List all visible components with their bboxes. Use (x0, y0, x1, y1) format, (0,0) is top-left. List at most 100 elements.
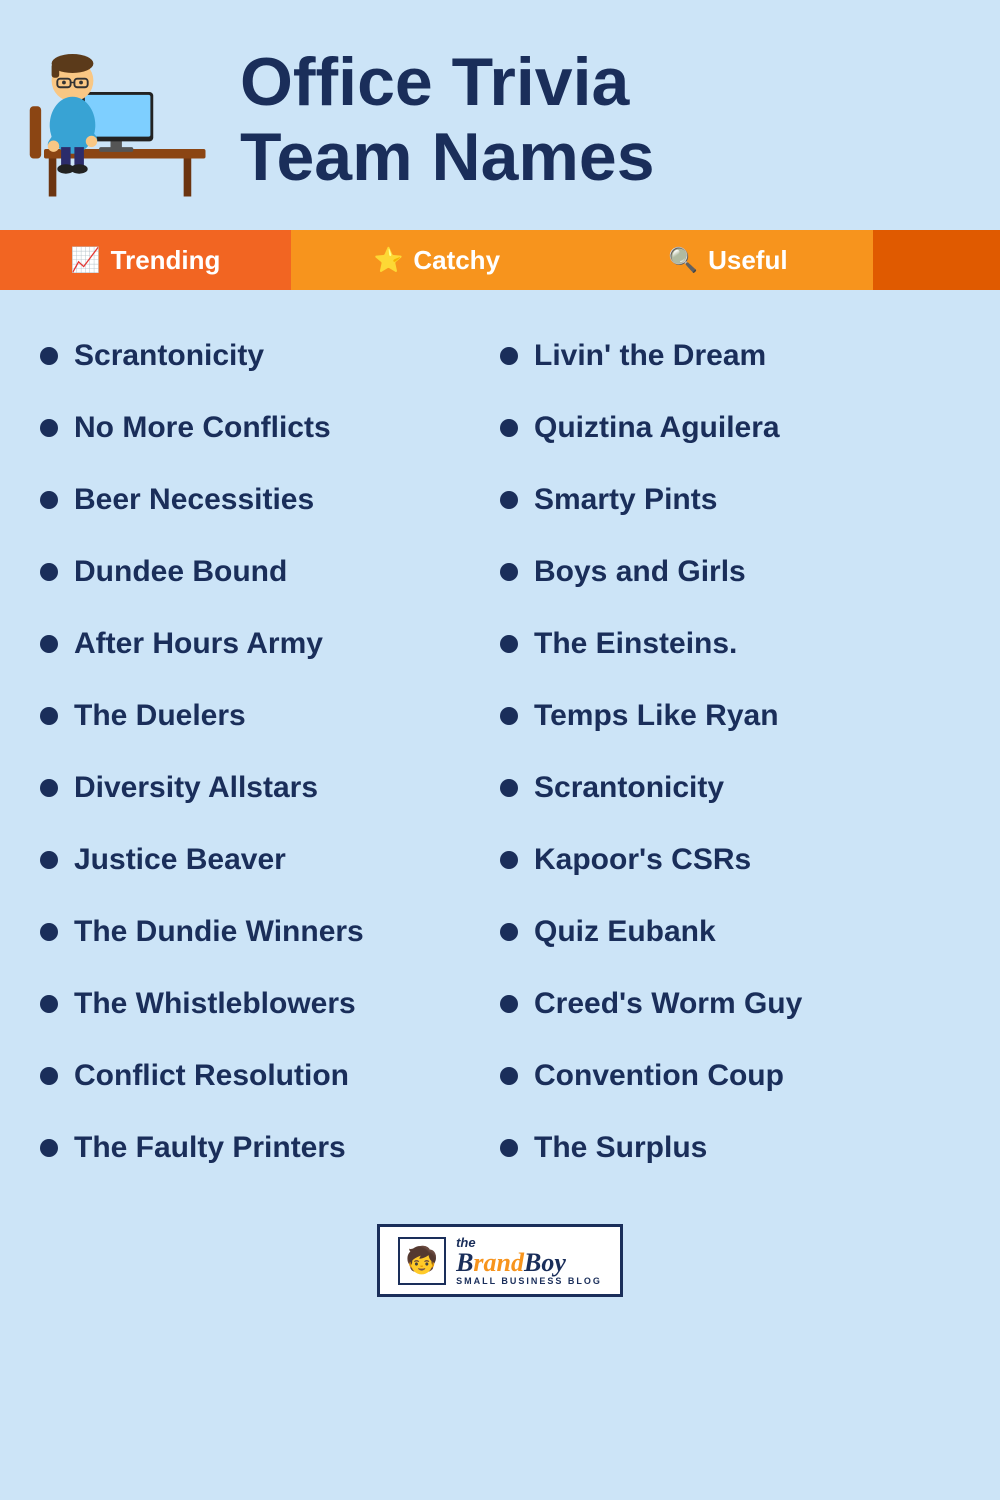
list-item: Conflict Resolution (40, 1040, 500, 1112)
bullet (500, 563, 518, 581)
list-item: No More Conflicts (40, 392, 500, 464)
bullet (40, 1067, 58, 1085)
tab-catchy[interactable]: ⭐ Catchy (291, 230, 582, 290)
list-item: Quiztina Aguilera (500, 392, 960, 464)
list-item: Convention Coup (500, 1040, 960, 1112)
list-item: The Faulty Printers (40, 1112, 500, 1184)
bullet (500, 851, 518, 869)
item-text: After Hours Army (74, 626, 323, 662)
item-text: Livin' the Dream (534, 338, 766, 374)
footer: 🧒 the BrandBoy SMALL BUSINESS BLOG (377, 1224, 623, 1297)
bullet (500, 923, 518, 941)
trending-icon: 📈 (71, 246, 101, 275)
left-column: Scrantonicity No More Conflicts Beer Nec… (40, 320, 500, 1184)
list-item: Livin' the Dream (500, 320, 960, 392)
catchy-icon: ⭐ (373, 246, 403, 275)
list-item: Scrantonicity (40, 320, 500, 392)
title-line2: Team Names (240, 119, 655, 195)
tabs: 📈 Trending ⭐ Catchy 🔍 Useful (0, 230, 1000, 290)
item-text: Beer Necessities (74, 482, 314, 518)
list-item: The Whistleblowers (40, 968, 500, 1040)
list-item: Creed's Worm Guy (500, 968, 960, 1040)
list-item: The Duelers (40, 680, 500, 752)
right-column: Livin' the Dream Quiztina Aguilera Smart… (500, 320, 960, 1184)
bullet (500, 779, 518, 797)
item-text: Scrantonicity (74, 338, 264, 374)
list-item: Temps Like Ryan (500, 680, 960, 752)
item-text: The Surplus (534, 1130, 707, 1166)
item-text: Justice Beaver (74, 842, 286, 878)
item-text: The Einsteins. (534, 626, 737, 662)
bullet (40, 419, 58, 437)
item-text: Convention Coup (534, 1058, 784, 1094)
bullet (40, 707, 58, 725)
useful-label: Useful (708, 245, 787, 276)
tab-useful[interactable]: 🔍 Useful (582, 230, 873, 290)
item-text: The Faulty Printers (74, 1130, 346, 1166)
item-text: Temps Like Ryan (534, 698, 779, 734)
list-item: Dundee Bound (40, 536, 500, 608)
item-text: Scrantonicity (534, 770, 724, 806)
bullet (500, 707, 518, 725)
trending-label: Trending (111, 245, 221, 276)
tab-trending[interactable]: 📈 Trending (0, 230, 291, 290)
list-item: The Dundie Winners (40, 896, 500, 968)
item-text: Creed's Worm Guy (534, 986, 802, 1022)
bullet (40, 1139, 58, 1157)
list-item: Diversity Allstars (40, 752, 500, 824)
item-text: Dundee Bound (74, 554, 287, 590)
title-line1: Office Trivia (240, 44, 629, 120)
header: Office Trivia Team Names (0, 0, 1000, 230)
item-text: Boys and Girls (534, 554, 746, 590)
logo-icon: 🧒 (398, 1237, 446, 1285)
bullet (40, 563, 58, 581)
item-text: The Duelers (74, 698, 246, 734)
illustration (20, 30, 220, 210)
list-item: The Surplus (500, 1112, 960, 1184)
list-item: Kapoor's CSRs (500, 824, 960, 896)
item-text: Kapoor's CSRs (534, 842, 751, 878)
bullet (40, 347, 58, 365)
item-text: The Dundie Winners (74, 914, 364, 950)
catchy-label: Catchy (413, 245, 500, 276)
bullet (500, 1067, 518, 1085)
bullet (500, 419, 518, 437)
bullet (40, 995, 58, 1013)
item-text: Quiz Eubank (534, 914, 716, 950)
logo-brand: BrandBoy (456, 1250, 566, 1276)
title-block: Office Trivia Team Names (240, 45, 970, 195)
list-item: Boys and Girls (500, 536, 960, 608)
logo-sub: SMALL BUSINESS BLOG (456, 1276, 602, 1286)
header-illustration (25, 33, 215, 208)
bullet (500, 347, 518, 365)
list-item: Scrantonicity (500, 752, 960, 824)
main-title: Office Trivia Team Names (240, 45, 970, 195)
bullet (40, 635, 58, 653)
useful-icon: 🔍 (668, 246, 698, 275)
item-text: Smarty Pints (534, 482, 717, 518)
list-area: Scrantonicity No More Conflicts Beer Nec… (0, 290, 1000, 1204)
tab-extra (873, 230, 1000, 290)
list-item: The Einsteins. (500, 608, 960, 680)
logo-text-block: the BrandBoy SMALL BUSINESS BLOG (456, 1235, 602, 1286)
list-item: Quiz Eubank (500, 896, 960, 968)
list-item: Justice Beaver (40, 824, 500, 896)
bullet (500, 635, 518, 653)
bullet (40, 779, 58, 797)
bullet (500, 1139, 518, 1157)
list-item: After Hours Army (40, 608, 500, 680)
bullet (40, 923, 58, 941)
item-text: Diversity Allstars (74, 770, 318, 806)
item-text: Conflict Resolution (74, 1058, 349, 1094)
item-text: Quiztina Aguilera (534, 410, 780, 446)
bullet (40, 491, 58, 509)
bullet (40, 851, 58, 869)
logo-box: 🧒 the BrandBoy SMALL BUSINESS BLOG (377, 1224, 623, 1297)
item-text: No More Conflicts (74, 410, 331, 446)
bullet (500, 995, 518, 1013)
item-text: The Whistleblowers (74, 986, 356, 1022)
page: Office Trivia Team Names 📈 Trending ⭐ Ca… (0, 0, 1000, 1500)
list-item: Smarty Pints (500, 464, 960, 536)
list-item: Beer Necessities (40, 464, 500, 536)
bullet (500, 491, 518, 509)
